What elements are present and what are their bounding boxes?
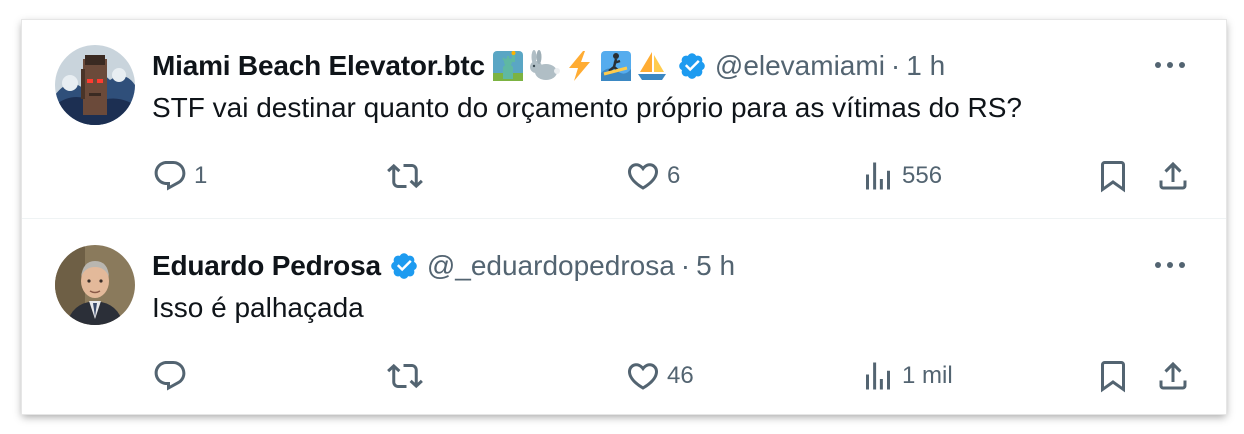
separator: · [680,250,691,281]
tweet[interactable]: Eduardo Pedrosa @_eduardopedrosa · 5 h I… [22,220,1226,419]
tweet-text: Isso é palhaçada [152,292,364,323]
retweet-button[interactable] [387,356,429,396]
verified-badge-icon [677,51,707,81]
tweet-header: Eduardo Pedrosa @_eduardopedrosa · 5 h [152,246,735,286]
more-options-button[interactable] [1150,250,1190,280]
more-options-button[interactable] [1150,50,1190,80]
like-icon [627,163,659,190]
like-count: 6 [667,162,681,189]
views-button[interactable]: 556 [860,156,942,196]
surfer-icon [600,51,631,81]
share-button[interactable] [1155,356,1191,396]
author-emojis [491,49,669,83]
reply-button[interactable] [152,356,194,396]
like-icon [627,363,659,390]
retweet-button[interactable] [387,156,429,196]
reply-icon [154,161,186,191]
author-name[interactable]: Eduardo Pedrosa [152,250,381,282]
tweet-actions: 46 1 mil [22,356,1226,396]
avatar[interactable] [55,245,135,325]
tweet-thread-card: Miami Beach Elevator.btc @elevamiami · 1… [22,20,1226,414]
author-handle[interactable]: @_eduardopedrosa [427,250,675,282]
views-count: 1 mil [902,362,953,389]
bookmark-button[interactable] [1095,156,1131,196]
author-name[interactable]: Miami Beach Elevator.btc [152,50,485,82]
more-icon [1155,62,1185,68]
avatar[interactable] [55,45,135,125]
timestamp[interactable]: 5 h [696,250,735,282]
lightning-icon [568,51,590,81]
verified-badge-icon [389,251,419,281]
views-icon [866,362,890,390]
views-icon [866,162,890,190]
separator: · [890,50,901,81]
share-icon [1159,161,1187,190]
bookmark-button[interactable] [1095,356,1131,396]
bookmark-icon [1101,361,1125,393]
author-handle[interactable]: @elevamiami [715,50,885,82]
share-icon [1159,361,1187,390]
tweet-actions: 1 6 556 [22,156,1226,196]
more-icon [1155,262,1185,268]
retweet-icon [387,163,423,189]
views-button[interactable]: 1 mil [860,356,953,396]
rabbit-icon [529,50,560,80]
like-count: 46 [667,362,694,389]
like-button[interactable]: 46 [625,356,694,396]
reply-count: 1 [194,162,208,189]
like-button[interactable]: 6 [625,156,680,196]
share-button[interactable] [1155,156,1191,196]
reply-button[interactable]: 1 [152,156,207,196]
tweet-divider [22,218,1226,219]
statue-of-liberty-icon [492,51,523,81]
bookmark-icon [1101,161,1125,193]
sailboat-icon [637,52,666,80]
tweet[interactable]: Miami Beach Elevator.btc @elevamiami · 1… [22,20,1226,219]
timestamp[interactable]: 1 h [906,50,945,82]
reply-icon [154,361,186,391]
tweet-text: STF vai destinar quanto do orçamento pró… [152,92,1022,123]
retweet-icon [387,363,423,389]
tweet-header: Miami Beach Elevator.btc @elevamiami · 1… [152,46,945,86]
views-count: 556 [902,162,943,189]
